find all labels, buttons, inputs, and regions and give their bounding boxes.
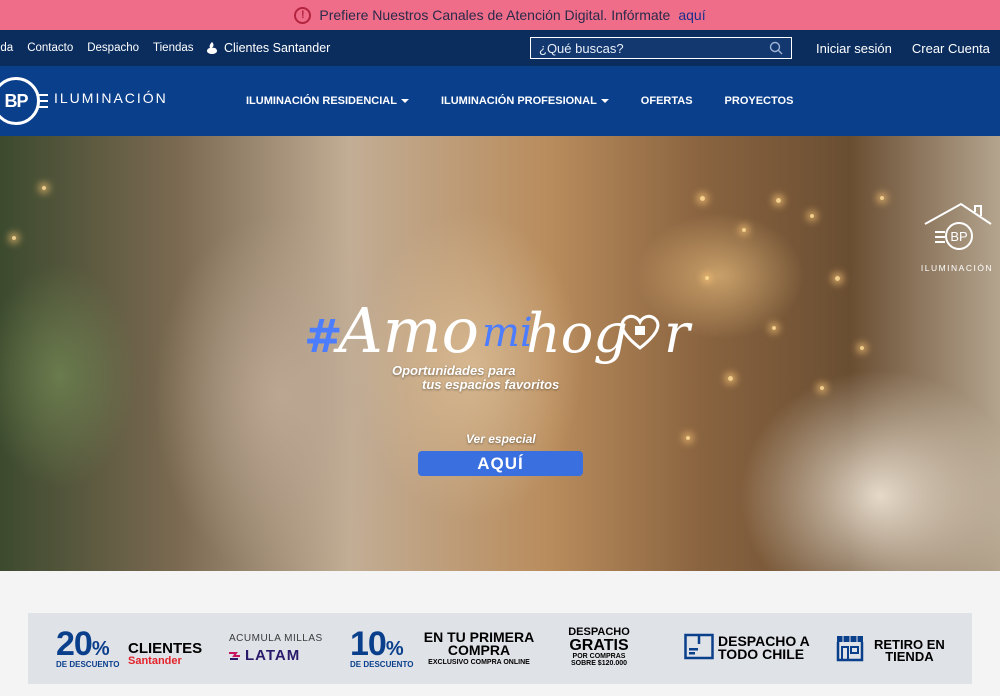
alert-message: Prefiere Nuestros Canales de Atención Di… [319, 7, 671, 23]
login-link[interactable]: Iniciar sesión [816, 41, 892, 56]
hero-banner[interactable]: BP ILUMINACIÓN # Amo mi hog r Oportunida… [0, 136, 1000, 571]
nav-item-proyectos[interactable]: PROYECTOS [725, 95, 794, 107]
string-light [810, 214, 814, 218]
string-light [860, 346, 864, 350]
hero-title-hash: # [304, 309, 343, 363]
santander-link[interactable]: Clientes Santander [205, 30, 330, 66]
string-light [686, 436, 690, 440]
nav-item-label: ILUMINACIÓN PROFESIONAL [440, 95, 597, 107]
search-input[interactable] [539, 40, 769, 56]
latam-logo-icon [229, 651, 240, 660]
latam-top: ACUMULA MILLAS [229, 633, 323, 644]
chevron-down-icon [400, 99, 409, 103]
string-light [700, 196, 705, 201]
hero-subtitle: Oportunidades para tus espacios favorito… [392, 364, 572, 392]
santander-sub: DE DESCUENTO [56, 660, 120, 669]
benefit-despacho-chile[interactable]: DESPACHO A TODO CHILE [718, 634, 810, 662]
nav-item-label: OFERTAS [640, 95, 693, 107]
search-icon[interactable] [769, 41, 783, 55]
free-line3: POR COMPRAS [572, 653, 626, 660]
benefit-despacho-gratis[interactable]: DESPACHO GRATIS POR COMPRAS SOBRE $120.0… [566, 627, 632, 668]
logo-text: ILUMINACIÓN [54, 90, 168, 106]
exclamation-circle-icon: ! [294, 6, 312, 24]
first-exclusive: EXCLUSIVO COMPRA ONLINE [428, 659, 530, 666]
hero-ver-especial: Ver especial [466, 432, 536, 446]
logo[interactable]: BP ILUMINACIÓN [0, 76, 168, 126]
hero-watermark: BP ILUMINACIÓN [914, 202, 1000, 273]
auth-links: Iniciar sesión Crear Cuenta [816, 30, 990, 66]
delivery-box-icon [684, 633, 714, 660]
string-light [728, 376, 733, 381]
string-light [880, 196, 884, 200]
free-line2: GRATIS [569, 637, 629, 654]
hero-title-part-a: Amo [333, 294, 479, 367]
string-light [820, 386, 824, 390]
nav-item-ofertas[interactable]: OFERTAS [641, 95, 693, 107]
string-light [835, 276, 840, 281]
nav-item-residencial[interactable]: ILUMINACIÓN RESIDENCIAL [246, 95, 409, 107]
house-logo-icon: BP [924, 202, 992, 250]
watermark-mark: BP [950, 229, 967, 244]
santander-brand: Santander [128, 655, 182, 667]
hero-subtitle-line2: tus espacios favoritos [422, 377, 560, 392]
latam-brand: LATAM [245, 647, 301, 664]
first-percent-sign: % [385, 638, 404, 660]
nav-item-profesional[interactable]: ILUMINACIÓN PROFESIONAL [441, 95, 609, 107]
hero-title: # Amo mi hog r [304, 286, 704, 368]
free-line4: SOBRE $120.000 [570, 660, 628, 667]
string-light [772, 326, 776, 330]
chevron-down-icon [600, 99, 609, 103]
string-light [12, 236, 16, 240]
register-link[interactable]: Crear Cuenta [912, 41, 990, 56]
string-light [705, 276, 709, 280]
first-title: EN TU PRIMERA COMPRA [419, 630, 539, 658]
hero-title-part-c: hog [526, 302, 628, 365]
string-light [742, 228, 746, 232]
first-title-line2: COMPRA [447, 642, 511, 658]
alert-bar: ! Prefiere Nuestros Canales de Atención … [0, 0, 1000, 30]
utility-link-ayuda[interactable]: uda [0, 42, 13, 54]
utility-links: uda Contacto Despacho Tiendas [0, 30, 194, 66]
santander-flame-icon [207, 42, 217, 54]
first-sub: DE DESCUENTO [350, 660, 414, 669]
watermark-text: ILUMINACIÓN [920, 263, 994, 273]
search-box [530, 37, 792, 59]
utility-link-despacho[interactable]: Despacho [87, 42, 139, 54]
santander-percent-sign: % [91, 638, 110, 660]
hero-subtitle-line1: Oportunidades para [392, 363, 516, 378]
store-icon [836, 636, 864, 662]
hero-cta-button[interactable]: AQUÍ [418, 451, 583, 476]
nav-item-label: ILUMINACIÓN RESIDENCIAL [246, 95, 397, 107]
benefit-retiro-tienda[interactable]: RETIRO EN TIENDA [874, 638, 945, 664]
santander-percent: 20 [56, 625, 93, 663]
logo-mark: BP [0, 77, 40, 125]
santander-clientes: CLIENTES [128, 640, 203, 657]
alert-link[interactable]: aquí [678, 7, 705, 23]
logo-bars [38, 94, 48, 108]
utility-link-tiendas[interactable]: Tiendas [153, 42, 194, 54]
santander-label: Clientes Santander [224, 41, 331, 55]
main-nav: BP ILUMINACIÓN ILUMINACIÓN RESIDENCIAL I… [0, 66, 1000, 136]
benefit-latam[interactable]: LATAM [229, 647, 300, 664]
hero-title-part-d: r [664, 302, 693, 365]
string-light [776, 198, 781, 203]
chile-line2: TODO CHILE [718, 646, 805, 662]
first-percent: 10 [350, 625, 387, 663]
nav-item-label: PROYECTOS [724, 95, 794, 107]
nav-items: ILUMINACIÓN RESIDENCIAL ILUMINACIÓN PROF… [246, 66, 825, 136]
benefits-strip: 20% DE DESCUENTO CLIENTES Santander ACUM… [28, 613, 972, 684]
utility-bar: uda Contacto Despacho Tiendas Clientes S… [0, 30, 1000, 66]
retiro-line2: TIENDA [885, 649, 934, 664]
string-light [42, 186, 46, 190]
utility-link-contacto[interactable]: Contacto [27, 42, 73, 54]
